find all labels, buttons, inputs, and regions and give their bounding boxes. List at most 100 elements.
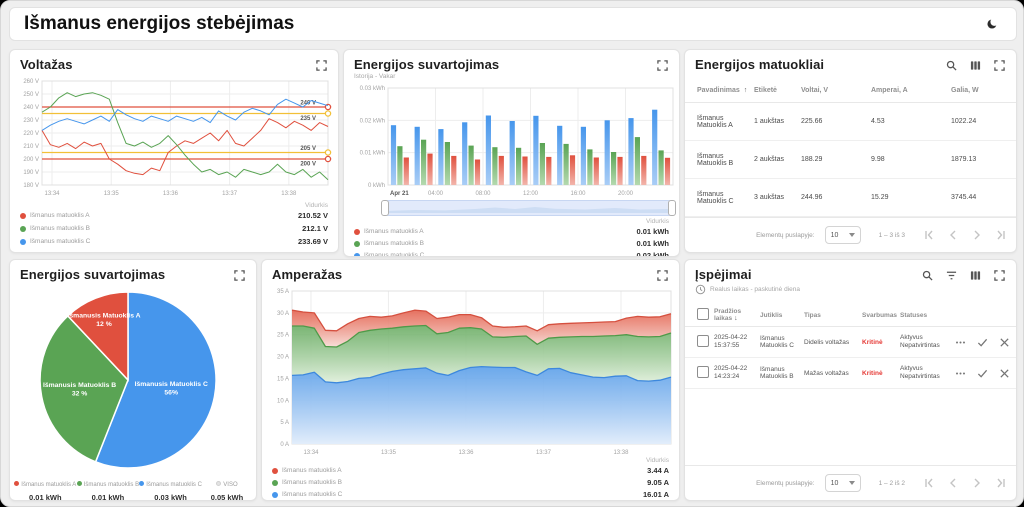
svg-text:200 V: 200 V (23, 157, 39, 163)
svg-text:5 A: 5 A (280, 420, 289, 426)
select-all-checkbox[interactable] (697, 308, 709, 320)
clear-icon[interactable] (998, 336, 1011, 349)
fullscreen-icon[interactable] (656, 269, 669, 282)
clear-icon[interactable] (998, 367, 1011, 380)
pie-legend: Išmanus matuoklis A 0.01 kWh Išmanus mat… (14, 473, 252, 501)
bars-legend: Vidurkis Išmanus matuoklis A0.01 kWh Išm… (354, 218, 669, 257)
svg-text:240 V: 240 V (23, 105, 39, 111)
svg-text:13:38: 13:38 (281, 191, 297, 197)
row-checkbox[interactable] (697, 366, 709, 378)
page-range: 1 – 3 iš 3 (879, 232, 905, 239)
svg-text:16:00: 16:00 (570, 191, 586, 197)
fullscreen-icon[interactable] (993, 59, 1006, 72)
table-row[interactable]: Išmanus Matuoklis C3 aukštas244.9615.293… (685, 179, 1016, 217)
series-b-dot (272, 480, 278, 486)
fullscreen-icon[interactable] (993, 269, 1006, 282)
svg-text:13:36: 13:36 (458, 450, 474, 456)
col-name[interactable]: Pavadinimas ↑ (697, 87, 754, 94)
svg-text:56%: 56% (164, 390, 178, 397)
svg-text:220 V: 220 V (23, 131, 39, 137)
table-row[interactable]: Išmanus Matuoklis B2 aukštas188.299.9818… (685, 141, 1016, 179)
brush-handle-left[interactable] (381, 200, 389, 216)
alarm-row[interactable]: 2025-04-2215:37:55 Išmanus Matuoklis C D… (685, 327, 1016, 358)
dark-mode-toggle[interactable] (982, 14, 1002, 34)
brush-handle-right[interactable] (668, 200, 676, 216)
page-title: Išmanus energijos stebėjimas (24, 13, 294, 35)
columns-icon[interactable] (969, 269, 982, 282)
alarms-subtitle: Realus laikas - paskutinė diena (685, 282, 1016, 295)
legend-header: Vidurkis (272, 457, 669, 464)
search-icon[interactable] (945, 59, 958, 72)
columns-icon[interactable] (969, 59, 982, 72)
col-status[interactable]: Statuses (900, 312, 954, 319)
legend-row: Išmanus matuoklis A3.44 A (272, 466, 669, 475)
paginator: Elementų puslapyje: 10 1 – 3 iš 3 (685, 217, 1016, 252)
col-amps[interactable]: Amperai, A (871, 87, 951, 94)
acknowledge-icon[interactable] (976, 336, 989, 349)
svg-text:12 %: 12 % (96, 321, 112, 328)
col-volts[interactable]: Voltai, V (801, 87, 871, 94)
header-bar: Išmanus energijos stebėjimas (9, 7, 1017, 41)
fullscreen-icon[interactable] (656, 59, 669, 72)
col-sensor[interactable]: Jutiklis (760, 312, 804, 319)
col-label[interactable]: Etiketė (754, 87, 801, 94)
col-start-time[interactable]: Pradžios laikas↓ (714, 308, 760, 322)
energy-bar-chart: 0 kWh0.01 kWh0.02 kWh0.03 kWhApr 2104:00… (348, 82, 677, 198)
legend-row: Išmanus matuoklis B0.01 kWh (354, 239, 669, 248)
svg-text:04:00: 04:00 (428, 191, 444, 197)
panel-title: Energijos suvartojimas (354, 57, 499, 72)
page-size-select[interactable]: 10 (825, 474, 861, 492)
prev-page-icon[interactable] (947, 478, 958, 489)
panel-title: Energijos suvartojimas (20, 267, 165, 282)
svg-text:20:00: 20:00 (618, 191, 634, 197)
table-row[interactable]: Išmanus Matuoklis A1 aukštas225.664.5310… (685, 103, 1016, 141)
voltage-legend: Vidurkis Išmanus matuoklis A210.52 V Išm… (20, 202, 328, 250)
svg-text:13:37: 13:37 (222, 191, 238, 197)
col-severity[interactable]: Svarbumas (862, 312, 900, 319)
svg-text:0.01 kWh: 0.01 kWh (360, 151, 385, 157)
acknowledge-icon[interactable] (976, 367, 989, 380)
panel-alarms: Įspėjimai Realus laikas - paskutinė dien… (684, 259, 1017, 501)
panel-voltage: Voltažas 180 V190 V200 V210 V220 V230 V2… (9, 49, 339, 253)
row-checkbox[interactable] (697, 335, 709, 347)
svg-text:20 A: 20 A (277, 355, 289, 361)
page-size-select[interactable]: 10 (825, 226, 861, 244)
voltage-line-chart: 180 V190 V200 V210 V220 V230 V240 V250 V… (14, 76, 336, 198)
time-range-brush[interactable] (382, 200, 675, 216)
last-page-icon[interactable] (995, 230, 1006, 241)
next-page-icon[interactable] (971, 478, 982, 489)
more-actions-icon[interactable] (954, 336, 967, 349)
svg-text:Išmanusis Matuoklis A: Išmanusis Matuoklis A (68, 312, 141, 319)
series-a-dot (354, 229, 360, 235)
fullscreen-icon[interactable] (315, 59, 328, 72)
series-a-dot (20, 213, 26, 219)
svg-text:13:36: 13:36 (163, 191, 179, 197)
panel-title: Energijos matuokliai (695, 57, 824, 72)
svg-text:13:34: 13:34 (45, 191, 61, 197)
panel-title: Voltažas (20, 57, 73, 72)
svg-text:180 V: 180 V (23, 183, 39, 189)
next-page-icon[interactable] (971, 230, 982, 241)
more-actions-icon[interactable] (954, 367, 967, 380)
panel-energy-bars: Energijos suvartojimas Istorija - Vakar … (343, 49, 680, 257)
col-type[interactable]: Tipas (804, 312, 862, 319)
moon-icon (985, 17, 999, 31)
filter-icon[interactable] (945, 269, 958, 282)
col-power[interactable]: Galia, W (951, 87, 1004, 94)
svg-text:13:38: 13:38 (613, 450, 629, 456)
amperage-area-chart: 0 A5 A10 A15 A20 A25 A30 A35 A13:3413:35… (266, 285, 677, 457)
first-page-icon[interactable] (923, 478, 934, 489)
series-c-dot (20, 239, 26, 245)
legend-row: Išmanus matuoklis C16.01 A (272, 490, 669, 499)
search-icon[interactable] (921, 269, 934, 282)
alarm-row[interactable]: 2025-04-2214:23:24 Išmanus Matuoklis B M… (685, 358, 1016, 389)
svg-text:0.02 kWh: 0.02 kWh (360, 118, 385, 124)
fullscreen-icon[interactable] (233, 269, 246, 282)
panel-amperage: Amperažas 0 A5 A10 A15 A20 A25 A30 A35 A… (261, 259, 680, 501)
sort-asc-icon: ↑ (744, 87, 748, 94)
last-page-icon[interactable] (995, 478, 1006, 489)
svg-text:25 A: 25 A (277, 333, 289, 339)
svg-text:230 V: 230 V (23, 118, 39, 124)
prev-page-icon[interactable] (947, 230, 958, 241)
first-page-icon[interactable] (923, 230, 934, 241)
